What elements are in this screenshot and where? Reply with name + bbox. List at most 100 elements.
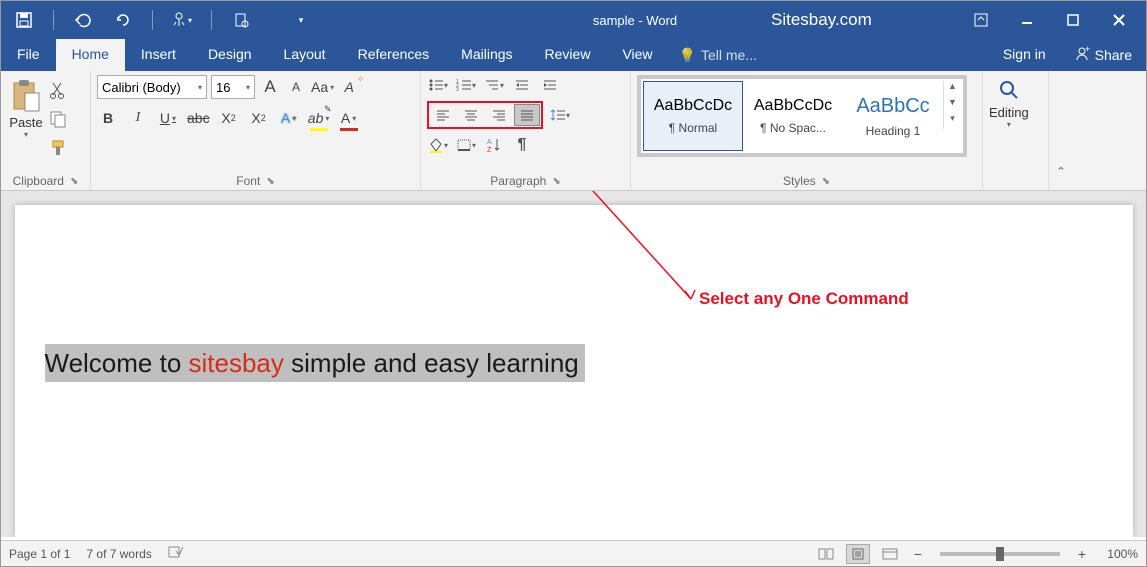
proofing-icon[interactable]: [168, 545, 184, 562]
justify-button[interactable]: [514, 104, 540, 126]
svg-text:+: +: [1085, 46, 1090, 54]
cut-button[interactable]: [49, 81, 67, 104]
ribbon-display-icon[interactable]: [958, 5, 1004, 35]
qat-customize-icon[interactable]: ▾: [290, 9, 312, 31]
style-heading1[interactable]: AaBbCc Heading 1: [843, 81, 943, 151]
selected-text[interactable]: Welcome to sitesbay simple and easy lear…: [45, 344, 585, 382]
shading-button[interactable]: ▾: [427, 135, 449, 155]
font-size-dropdown[interactable]: 16▾: [211, 75, 255, 99]
styles-up-icon[interactable]: ▲: [944, 81, 961, 97]
close-button[interactable]: [1096, 5, 1142, 35]
line-spacing-button[interactable]: ▾: [549, 105, 571, 125]
bullets-button[interactable]: ▾: [427, 75, 449, 95]
document-page[interactable]: Welcome to sitesbay simple and easy lear…: [15, 205, 1133, 537]
paste-button[interactable]: Paste ▾: [7, 75, 45, 139]
subscript-button[interactable]: X2: [218, 107, 240, 129]
align-right-button[interactable]: [486, 104, 512, 126]
clipboard-label: Clipboard: [13, 174, 64, 188]
find-icon: [998, 79, 1020, 101]
share-button[interactable]: +Share: [1060, 39, 1146, 71]
borders-button[interactable]: ▾: [455, 135, 477, 155]
touch-mode-icon[interactable]: ▾: [171, 9, 193, 31]
paste-icon: [11, 79, 41, 113]
clear-formatting-button[interactable]: A✧: [338, 76, 360, 98]
grow-font-button[interactable]: A: [259, 76, 281, 98]
alignment-highlight-box: [427, 101, 543, 129]
styles-gallery-scroll[interactable]: ▲ ▼ ▾: [943, 81, 961, 129]
svg-text:3: 3: [456, 87, 459, 92]
copy-button[interactable]: [49, 110, 67, 133]
tab-review[interactable]: Review: [529, 39, 607, 71]
share-icon: +: [1074, 46, 1090, 65]
shrink-font-button[interactable]: A: [285, 76, 307, 98]
clipboard-launcher-icon[interactable]: ⬊: [70, 176, 78, 187]
minimize-button[interactable]: [1004, 5, 1050, 35]
superscript-button[interactable]: X2: [248, 107, 270, 129]
change-case-button[interactable]: Aa▾: [311, 76, 334, 98]
strikethrough-button[interactable]: abc: [187, 107, 210, 129]
format-painter-icon: [49, 139, 67, 157]
svg-text:Z: Z: [487, 147, 492, 153]
tab-home[interactable]: Home: [56, 39, 125, 71]
zoom-slider[interactable]: [940, 552, 1060, 556]
styles-label: Styles: [783, 174, 816, 188]
word-count[interactable]: 7 of 7 words: [86, 547, 151, 561]
tab-file[interactable]: File: [1, 39, 56, 71]
numbering-button[interactable]: 123▾: [455, 75, 477, 95]
decrease-indent-button[interactable]: [511, 75, 533, 95]
styles-down-icon[interactable]: ▼: [944, 97, 961, 113]
read-mode-button[interactable]: [814, 544, 838, 564]
document-area: Welcome to sitesbay simple and easy lear…: [1, 191, 1146, 537]
align-center-button[interactable]: [458, 104, 484, 126]
bold-button[interactable]: B: [97, 107, 119, 129]
tab-layout[interactable]: Layout: [268, 39, 342, 71]
font-color-button[interactable]: A▾: [338, 107, 360, 129]
svg-text:A: A: [487, 139, 492, 146]
titlebar: ▾ ▾ sample - Word Sitesbay.com: [1, 1, 1146, 39]
lightbulb-icon: 💡: [679, 47, 696, 64]
redo-icon[interactable]: [112, 9, 134, 31]
styles-launcher-icon[interactable]: ⬊: [822, 176, 830, 187]
tab-view[interactable]: View: [606, 39, 668, 71]
show-hide-button[interactable]: ¶: [511, 135, 533, 155]
group-editing: Editing ▾: [983, 71, 1049, 190]
print-layout-button[interactable]: [846, 544, 870, 564]
undo-icon[interactable]: [72, 9, 94, 31]
maximize-button[interactable]: [1050, 5, 1096, 35]
cut-icon: [49, 81, 67, 99]
style-normal[interactable]: AaBbCcDc ¶ Normal: [643, 81, 743, 151]
collapse-ribbon-icon[interactable]: ˆ: [1049, 71, 1073, 190]
watermark-text: Sitesbay.com: [771, 10, 872, 30]
paragraph-launcher-icon[interactable]: ⬊: [552, 176, 560, 187]
increase-indent-button[interactable]: [539, 75, 561, 95]
tell-me-search[interactable]: 💡Tell me...: [669, 39, 767, 71]
page-indicator[interactable]: Page 1 of 1: [9, 547, 70, 561]
format-painter-button[interactable]: [49, 139, 67, 162]
sign-in-button[interactable]: Sign in: [989, 39, 1060, 71]
multilevel-list-button[interactable]: ▾: [483, 75, 505, 95]
font-launcher-icon[interactable]: ⬊: [266, 176, 274, 187]
tab-references[interactable]: References: [342, 39, 446, 71]
underline-button[interactable]: U▾: [157, 107, 179, 129]
print-preview-icon[interactable]: [230, 9, 252, 31]
zoom-level[interactable]: 100%: [1098, 547, 1138, 561]
text-effects-button[interactable]: A▾: [278, 107, 300, 129]
italic-button[interactable]: I: [127, 107, 149, 129]
tab-insert[interactable]: Insert: [125, 39, 192, 71]
style-nospacing[interactable]: AaBbCcDc ¶ No Spac...: [743, 81, 843, 151]
web-layout-button[interactable]: [878, 544, 902, 564]
tab-mailings[interactable]: Mailings: [445, 39, 528, 71]
highlight-button[interactable]: ab✎▾: [308, 107, 330, 129]
zoom-slider-thumb[interactable]: [996, 547, 1004, 561]
font-label: Font: [236, 174, 260, 188]
tab-design[interactable]: Design: [192, 39, 268, 71]
styles-more-icon[interactable]: ▾: [944, 113, 961, 129]
save-icon[interactable]: [13, 9, 35, 31]
paragraph-label: Paragraph: [490, 174, 546, 188]
sort-button[interactable]: AZ: [483, 135, 505, 155]
align-left-button[interactable]: [430, 104, 456, 126]
font-name-dropdown[interactable]: Calibri (Body)▾: [97, 75, 207, 99]
editing-button[interactable]: Editing ▾: [989, 75, 1029, 129]
zoom-out-button[interactable]: −: [910, 546, 926, 562]
zoom-in-button[interactable]: +: [1074, 546, 1090, 562]
